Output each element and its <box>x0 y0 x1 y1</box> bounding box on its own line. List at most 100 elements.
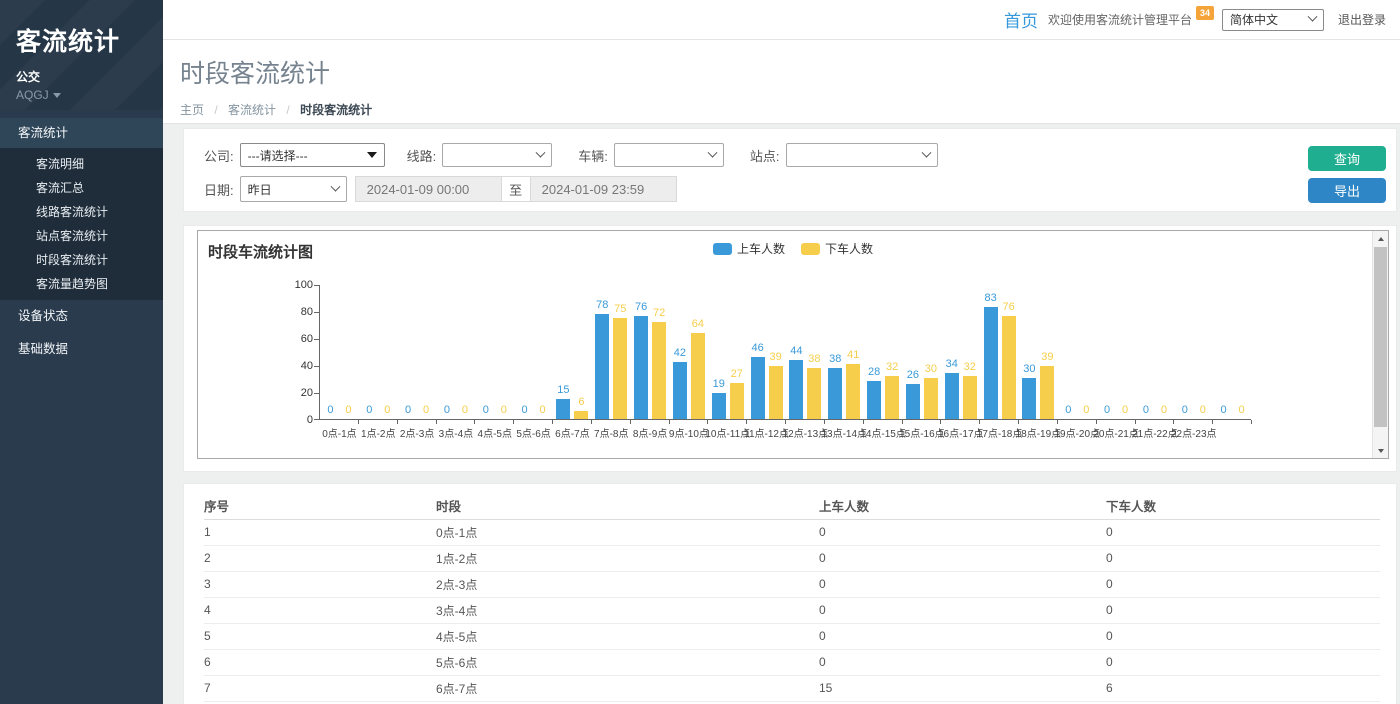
sidebar-item[interactable]: 站点客流统计 <box>0 224 163 248</box>
station-select[interactable] <box>786 143 938 167</box>
bar-value-label: 32 <box>955 361 985 373</box>
bar-value-label: 15 <box>548 384 578 396</box>
sidebar-menu: 客流统计 客流明细客流汇总线路客流统计站点客流统计时段客流统计客流量趋势图 设备… <box>0 118 163 366</box>
home-link[interactable]: 首页 <box>1004 7 1038 32</box>
date-preset-select[interactable]: 昨日 <box>240 176 347 202</box>
main-area: 首页 欢迎使用客流统计管理平台 34 简体中文 退出登录 时段客流统计 主页 /… <box>163 0 1400 704</box>
legend-item-alighting[interactable]: 下车人数 <box>801 240 873 257</box>
line-select[interactable] <box>442 143 552 167</box>
x-axis-label: 22点-23点 <box>1164 425 1224 440</box>
filter-row-2: 日期: 昨日 至 <box>204 176 1396 202</box>
breadcrumb: 主页 / 客流统计 / 时段客流统计 <box>180 101 1400 118</box>
chart-title: 时段车流统计图 <box>208 241 313 262</box>
scroll-up-icon[interactable] <box>1373 231 1388 246</box>
y-axis-tick <box>314 393 319 394</box>
chevron-down-icon <box>707 147 717 157</box>
bar-boarding <box>595 314 609 419</box>
company-select[interactable]: ---请选择--- <box>240 143 385 167</box>
x-axis-tick <box>824 420 825 424</box>
table-cell: 0 <box>1106 649 1380 675</box>
export-button[interactable]: 导出 <box>1308 178 1386 203</box>
bar-boarding <box>867 381 881 419</box>
bar-value-label: 64 <box>683 318 713 330</box>
scroll-down-icon[interactable] <box>1373 443 1388 458</box>
sidebar-item[interactable]: 客流汇总 <box>0 176 163 200</box>
table-cell: 4 <box>204 597 436 623</box>
app-logo-title: 客流统计 <box>16 22 163 58</box>
bar-alighting <box>807 368 821 419</box>
sidebar-section-device-status[interactable]: 设备状态 <box>0 300 163 333</box>
account-dropdown[interactable]: AQGJ <box>16 88 163 102</box>
table-cell: 3 <box>204 571 436 597</box>
x-axis-tick <box>979 420 980 424</box>
bar-boarding <box>906 384 920 419</box>
table-cell: 1 <box>204 519 436 545</box>
table-cell: 0 <box>1106 597 1380 623</box>
date-to-input[interactable] <box>530 176 677 202</box>
col-header-index: 序号 <box>204 492 436 519</box>
table-cell: 0 <box>819 649 1106 675</box>
chevron-down-icon <box>330 181 340 191</box>
vehicle-select[interactable] <box>614 143 724 167</box>
station-label: 站点: <box>750 146 780 165</box>
table-cell: 1点-2点 <box>436 545 819 571</box>
table-cell: 6 <box>1106 675 1380 701</box>
table-cell: 0 <box>819 571 1106 597</box>
table-cell: 2 <box>204 545 436 571</box>
bar-boarding <box>789 360 803 419</box>
bar-boarding <box>751 357 765 419</box>
table-panel: 序号 时段 上车人数 下车人数 10点-1点0021点-2点0032点-3点00… <box>183 483 1397 704</box>
sidebar-item[interactable]: 时段客流统计 <box>0 248 163 272</box>
chart-scrollbar[interactable] <box>1372 231 1388 458</box>
bar-alighting <box>652 322 666 419</box>
date-from-input[interactable] <box>355 176 502 202</box>
notification-badge[interactable]: 34 <box>1196 6 1214 20</box>
y-axis-label: 60 <box>273 333 313 345</box>
sidebar-item[interactable]: 客流明细 <box>0 152 163 176</box>
x-axis-tick <box>940 420 941 424</box>
x-axis-tick <box>902 420 903 424</box>
sidebar-submenu: 客流明细客流汇总线路客流统计站点客流统计时段客流统计客流量趋势图 <box>0 148 163 300</box>
language-select[interactable]: 简体中文 <box>1222 9 1324 31</box>
table-cell: 6 <box>204 649 436 675</box>
y-axis-label: 100 <box>273 279 313 291</box>
table-cell: 0 <box>1106 519 1380 545</box>
table-cell: 0 <box>819 597 1106 623</box>
legend-item-boarding[interactable]: 上车人数 <box>713 240 785 257</box>
y-axis-tick <box>314 419 319 420</box>
table-cell: 0 <box>1106 545 1380 571</box>
x-axis-tick <box>630 420 631 424</box>
table-cell: 0 <box>819 623 1106 649</box>
table-row: 54点-5点00 <box>204 623 1380 649</box>
org-label: 公交 <box>16 68 163 85</box>
x-axis-tick <box>552 420 553 424</box>
bar-value-label: 27 <box>722 368 752 380</box>
query-button[interactable]: 查询 <box>1308 146 1386 171</box>
bar-boarding <box>712 393 726 419</box>
y-axis-label: 0 <box>273 414 313 426</box>
bar-alighting <box>691 333 705 419</box>
chevron-down-icon <box>921 147 931 157</box>
sidebar-item[interactable]: 客流量趋势图 <box>0 272 163 296</box>
x-axis-tick <box>397 420 398 424</box>
page-header: 时段客流统计 主页 / 客流统计 / 时段客流统计 <box>163 40 1400 124</box>
breadcrumb-section[interactable]: 客流统计 <box>228 103 276 117</box>
table-cell: 0 <box>1106 623 1380 649</box>
sidebar-section-passenger-stats[interactable]: 客流统计 <box>0 118 163 148</box>
col-header-alighting: 下车人数 <box>1106 492 1380 519</box>
table-cell: 0 <box>819 519 1106 545</box>
x-axis-tick <box>1135 420 1136 424</box>
bar-value-label: 41 <box>838 349 868 361</box>
bar-boarding <box>828 368 842 419</box>
breadcrumb-home[interactable]: 主页 <box>180 103 204 117</box>
sidebar-section-base-data[interactable]: 基础数据 <box>0 333 163 366</box>
col-header-period: 时段 <box>436 492 819 519</box>
col-header-boarding: 上车人数 <box>819 492 1106 519</box>
y-axis-label: 80 <box>273 306 313 318</box>
x-axis-tick <box>669 420 670 424</box>
scrollbar-thumb[interactable] <box>1374 247 1387 427</box>
logout-link[interactable]: 退出登录 <box>1338 11 1386 28</box>
sidebar-item[interactable]: 线路客流统计 <box>0 200 163 224</box>
legend-swatch-alighting <box>801 243 820 255</box>
chevron-down-icon <box>1308 12 1318 22</box>
